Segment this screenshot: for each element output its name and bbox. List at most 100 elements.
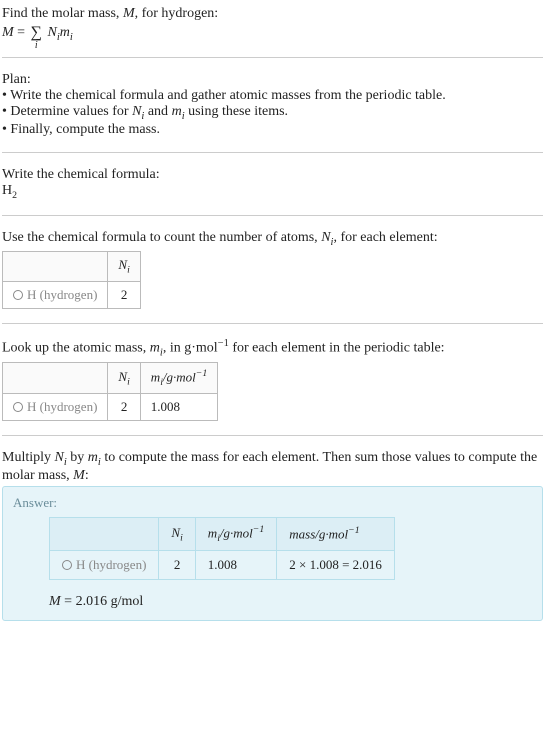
table-header-row: Ni mi/g·mol−1 mass/g·mol−1 xyxy=(50,518,395,551)
final-value: 2.016 g/mol xyxy=(76,594,144,609)
final-eq: = xyxy=(61,594,76,609)
answer-label: Answer: xyxy=(13,495,532,511)
multiply-section: Multiply Ni by mi to compute the mass fo… xyxy=(2,450,543,621)
plan: Plan: • Write the chemical formula and g… xyxy=(2,72,543,138)
divider xyxy=(2,323,543,324)
col-mass: mass/g·mol−1 xyxy=(277,518,395,551)
divider xyxy=(2,435,543,436)
lookup-post: for each element in the periodic table: xyxy=(229,341,445,356)
final-M: M xyxy=(49,594,61,609)
plan2-and: and xyxy=(144,104,171,119)
intro-pre: Find the molar mass, xyxy=(2,6,123,21)
ni-cell: 2 xyxy=(159,551,195,580)
formula-sub: 2 xyxy=(12,190,17,201)
mult-colon: : xyxy=(85,468,89,483)
mi-cell: 1.008 xyxy=(195,551,276,580)
col-ni: Ni xyxy=(108,363,140,394)
mult-m: m xyxy=(88,450,98,465)
col-mass-text: mass/g·mol xyxy=(289,527,348,542)
col-ni-sub: i xyxy=(127,265,130,276)
lookup-table: Ni mi/g·mol−1 H (hydrogen) 2 1.008 xyxy=(2,362,218,421)
lookup-unit: , in g·mol xyxy=(163,341,218,356)
col-ni: Ni xyxy=(159,518,195,551)
element-cell: H (hydrogen) xyxy=(3,282,108,309)
mi-cell: 1.008 xyxy=(140,394,217,421)
table-header-row: Ni mi/g·mol−1 xyxy=(3,363,218,394)
count-post: , for each element: xyxy=(333,230,437,245)
chemical-formula: Write the chemical formula: H2 xyxy=(2,167,543,201)
eq-m-sub: i xyxy=(70,32,73,43)
element-cell: H (hydrogen) xyxy=(3,394,108,421)
col-blank xyxy=(50,518,159,551)
ni-cell: 2 xyxy=(108,282,140,309)
divider xyxy=(2,152,543,153)
intro: Find the molar mass, M, for hydrogen: M … xyxy=(2,6,543,43)
element-name: H (hydrogen) xyxy=(76,557,146,572)
col-blank xyxy=(3,252,108,282)
col-ni-sub: i xyxy=(127,377,130,388)
sigma-icon: ∑i xyxy=(31,24,42,42)
lookup-exp: −1 xyxy=(218,338,229,349)
plan2-tail: using these items. xyxy=(185,104,288,119)
divider xyxy=(2,57,543,58)
col-mi-unit: /g·mol xyxy=(220,526,253,541)
plan-item-1: • Write the chemical formula and gather … xyxy=(2,88,543,104)
element-name: H (hydrogen) xyxy=(27,287,97,302)
sigma-symbol: ∑ xyxy=(31,24,42,41)
count-pre: Use the chemical formula to count the nu… xyxy=(2,230,321,245)
sigma-index: i xyxy=(35,40,38,51)
col-ni-sym: N xyxy=(118,257,127,272)
col-mi-exp: −1 xyxy=(253,524,264,535)
plan-heading: Plan: xyxy=(2,72,543,88)
plan-item-3: • Finally, compute the mass. xyxy=(2,122,543,138)
final-result: M = 2.016 g/mol xyxy=(49,594,532,610)
col-mi-sym: m xyxy=(208,526,217,541)
plan2-pre: • Determine values for xyxy=(2,104,132,119)
divider xyxy=(2,215,543,216)
table-row: H (hydrogen) 2 1.008 xyxy=(3,394,218,421)
lookup-mass: Look up the atomic mass, mi, in g·mol−1 … xyxy=(2,338,543,421)
eq-N: N xyxy=(47,25,56,40)
lookup-text: Look up the atomic mass, mi, in g·mol−1 … xyxy=(2,338,543,358)
col-mi-sym: m xyxy=(151,370,160,385)
mult-by: by xyxy=(67,450,88,465)
col-blank xyxy=(3,363,108,394)
table-header-row: Ni xyxy=(3,252,141,282)
intro-text: Find the molar mass, M, for hydrogen: xyxy=(2,6,543,22)
col-ni-sym: N xyxy=(171,525,180,540)
element-name: H (hydrogen) xyxy=(27,399,97,414)
plan2-m: m xyxy=(172,104,182,119)
formula-H: H xyxy=(2,183,12,198)
count-text: Use the chemical formula to count the nu… xyxy=(2,230,543,248)
answer-box: Answer: Ni mi/g·mol−1 mass/g·mol−1 H (hy… xyxy=(2,486,543,621)
element-dot-icon xyxy=(13,402,23,412)
col-mi: mi/g·mol−1 xyxy=(195,518,276,551)
lookup-m: m xyxy=(150,341,160,356)
mult-N: N xyxy=(55,450,64,465)
col-mi-unit: /g·mol xyxy=(163,370,196,385)
col-mi: mi/g·mol−1 xyxy=(140,363,217,394)
mult-pre: Multiply xyxy=(2,450,55,465)
col-ni-sym: N xyxy=(118,369,127,384)
element-dot-icon xyxy=(13,290,23,300)
plan-item-2: • Determine values for Ni and mi using t… xyxy=(2,104,543,122)
mass-cell: 2 × 1.008 = 2.016 xyxy=(277,551,395,580)
table-row: H (hydrogen) 2 xyxy=(3,282,141,309)
answer-inner: Ni mi/g·mol−1 mass/g·mol−1 H (hydrogen) … xyxy=(13,517,532,610)
intro-equation: M = ∑i Nimi xyxy=(2,24,543,43)
eq-equals: = xyxy=(14,25,29,40)
eq-m: m xyxy=(60,25,70,40)
formula-heading: Write the chemical formula: xyxy=(2,167,543,183)
element-cell: H (hydrogen) xyxy=(50,551,159,580)
multiply-text: Multiply Ni by mi to compute the mass fo… xyxy=(2,450,543,484)
answer-table: Ni mi/g·mol−1 mass/g·mol−1 H (hydrogen) … xyxy=(49,517,395,580)
mult-M: M xyxy=(73,468,85,483)
intro-M: M xyxy=(123,6,135,21)
count-N: N xyxy=(321,230,330,245)
formula-value: H2 xyxy=(2,183,543,201)
ni-cell: 2 xyxy=(108,394,140,421)
col-mi-exp: −1 xyxy=(196,368,207,379)
col-ni-sub: i xyxy=(180,532,183,543)
eq-M: M xyxy=(2,25,14,40)
col-mass-exp: −1 xyxy=(348,525,359,536)
